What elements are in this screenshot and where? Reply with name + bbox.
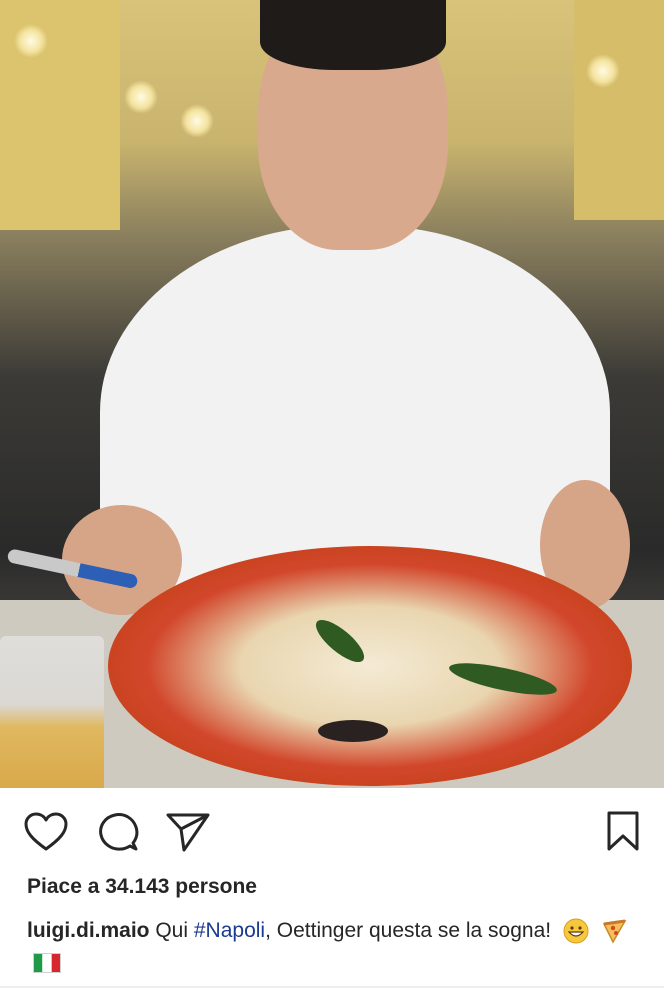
photo-pizza <box>108 546 632 786</box>
italy-flag-emoji <box>33 953 61 974</box>
photo-lamp <box>124 80 158 114</box>
photo-beer-glass <box>0 636 104 788</box>
photo-wall-right <box>574 0 664 220</box>
caption-text-end: , Oettinger questa se la sogna! <box>265 919 552 942</box>
caption-username[interactable]: luigi.di.maio <box>27 919 150 942</box>
pizza-emoji <box>602 919 627 945</box>
post-caption: luigi.di.maio Qui #Napoli, Oettinger que… <box>27 915 637 979</box>
photo-lamp <box>586 54 620 88</box>
photo-hair <box>260 0 446 70</box>
heart-icon[interactable] <box>24 812 68 852</box>
photo-lamp <box>14 24 48 58</box>
likes-count[interactable]: Piace a 34.143 persone <box>27 875 257 899</box>
caption-hashtag[interactable]: #Napoli <box>194 919 265 942</box>
paper-plane-icon[interactable] <box>166 812 210 852</box>
divider <box>0 986 664 988</box>
grinning-face-emoji <box>563 918 589 944</box>
bookmark-icon[interactable] <box>606 810 640 852</box>
photo-lamp <box>180 104 214 138</box>
caption-text-start: Qui <box>149 919 194 942</box>
post-photo[interactable] <box>0 0 664 788</box>
comment-bubble-icon[interactable] <box>97 811 139 853</box>
action-bar <box>0 788 664 876</box>
photo-charred-spot <box>318 720 388 742</box>
